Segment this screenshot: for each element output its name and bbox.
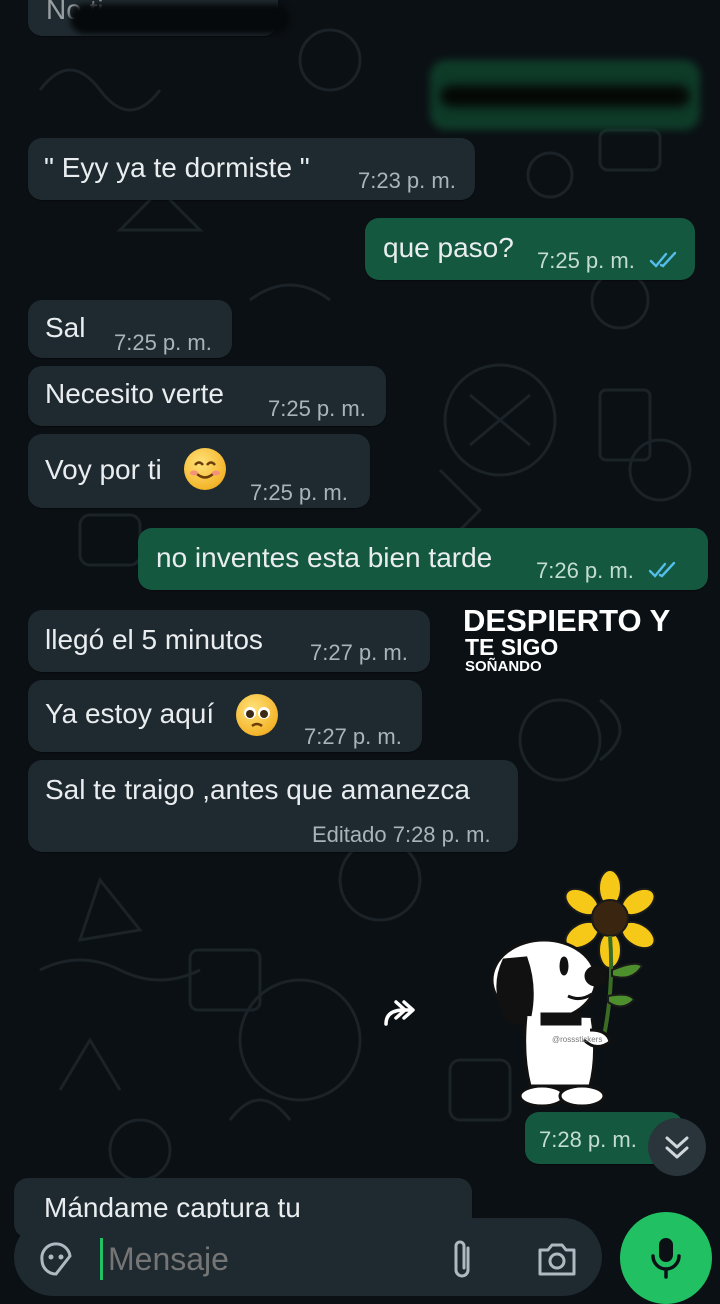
message-bubble-incoming[interactable]: Ya estoy aquí 7:27 p. m. [28,680,422,752]
smiling-face-emoji [184,448,226,490]
voice-message-button[interactable] [620,1212,712,1304]
message-text: que paso? [383,232,514,263]
message-text: Voy por ti [45,454,162,485]
message-time: 7:28 p. m. [539,1127,637,1152]
message-time: 7:27 p. m. [310,640,408,665]
message-bubble-outgoing[interactable]: que paso? 7:25 p. m. [365,218,695,280]
sticker-caption-line3: SOÑANDO [465,658,542,675]
message-bubble-incoming[interactable]: Sal 7:25 p. m. [28,300,232,358]
cursor [100,1238,103,1280]
message-time: 7:25 p. m. [268,396,366,421]
mic-icon [651,1238,681,1279]
message-time: 7:26 p. m. [536,558,634,583]
message-text: Ya estoy aquí [45,698,215,729]
sticker-watermark: @rossstickers [552,1035,602,1044]
message-text: no inventes esta bien tarde [156,542,493,573]
snoopy [490,938,612,1108]
message-bubble-outgoing[interactable]: no inventes esta bien tarde 7:26 p. m. [138,528,708,590]
message-time: 7:25 p. m. [114,330,212,355]
forward-icon[interactable] [378,990,428,1040]
double-chevron-down-icon [665,1136,689,1159]
attach-icon[interactable] [446,1238,480,1282]
message-composer[interactable] [14,1218,602,1296]
sticker-icon[interactable] [36,1240,76,1280]
pleading-face-emoji [236,694,278,736]
double-check-read-icon [648,561,676,578]
redaction-scribble [70,4,290,34]
message-text: llegó el 5 minutos [45,624,263,655]
message-bubble-incoming[interactable]: Necesito verte 7:25 p. m. [28,366,386,426]
double-check-read-icon [649,251,677,268]
message-text: " Eyy ya te dormiste " [44,152,310,183]
message-bubble-incoming[interactable]: " Eyy ya te dormiste " 7:23 p. m. [28,138,475,200]
camera-icon[interactable] [536,1240,578,1278]
message-time: 7:25 p. m. [537,248,635,273]
redaction-scribble [440,85,690,107]
scroll-to-bottom-button[interactable] [648,1118,706,1176]
message-time: 7:25 p. m. [250,480,348,505]
snoopy-sunflower-sticker[interactable]: @rossstickers [486,870,666,1115]
message-input[interactable] [106,1232,430,1286]
message-bubble-incoming[interactable]: Voy por ti 7:25 p. m. [28,434,370,508]
message-text: Sal [45,312,86,343]
message-text: Sal te traigo ,antes que amanezca [45,774,470,805]
message-time: 7:23 p. m. [358,168,456,193]
message-edited-time: Editado 7:28 p. m. [312,822,491,847]
message-bubble-incoming[interactable]: Sal te traigo ,antes que amanezca Editad… [28,760,518,852]
message-bubble-incoming[interactable]: llegó el 5 minutos 7:27 p. m. [28,610,430,672]
sticker-caption-line2: TE SIGO [465,634,559,660]
message-time: 7:27 p. m. [304,724,402,749]
message-text: Necesito verte [45,378,224,409]
